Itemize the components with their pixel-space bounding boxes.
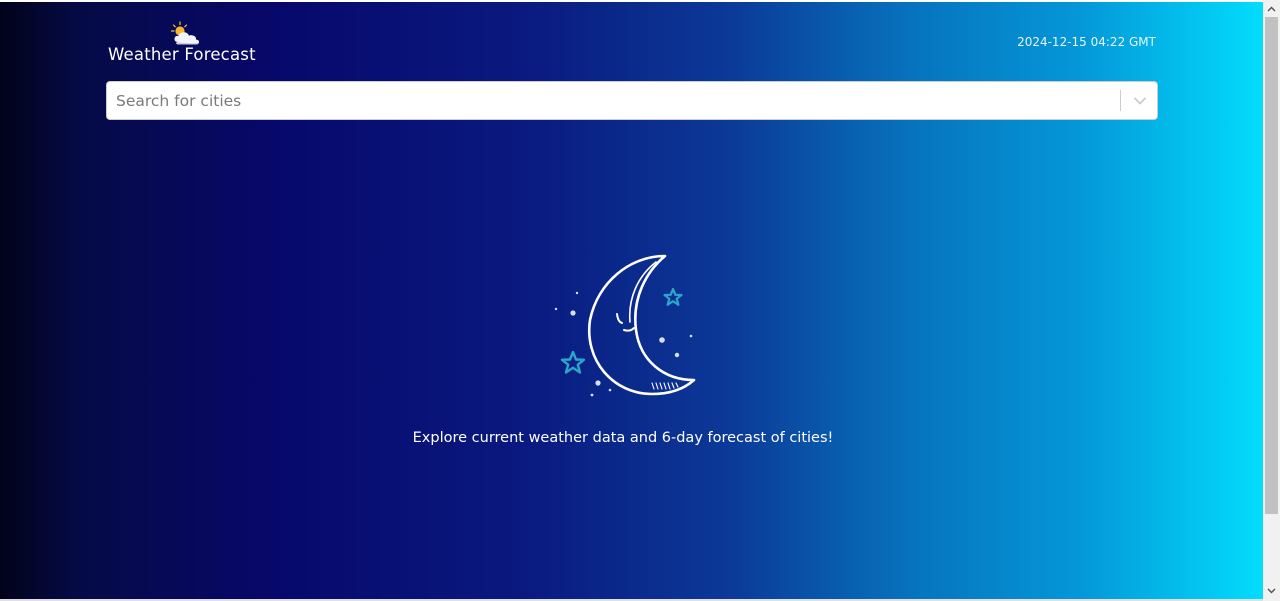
city-search-select[interactable] — [106, 81, 1158, 120]
scroll-down-arrow-icon — [1267, 588, 1276, 593]
vertical-scrollbar[interactable] — [1263, 0, 1280, 601]
scroll-up-button[interactable] — [1263, 0, 1280, 17]
welcome-message: Explore current weather data and 6-day f… — [412, 430, 834, 446]
search-dropdown-button[interactable] — [1121, 82, 1158, 119]
scroll-up-arrow-icon — [1267, 6, 1276, 11]
partly-cloudy-icon — [170, 21, 200, 45]
current-datetime: 2024-12-15 04:22 GMT — [1017, 35, 1156, 49]
search-input[interactable] — [116, 82, 1106, 119]
app-title: Weather Forecast — [108, 45, 256, 64]
app-background: Weather Forecast 2024-12-15 04:22 GMT Se… — [0, 2, 1263, 599]
scroll-down-button[interactable] — [1263, 582, 1280, 599]
app-logo[interactable]: Weather Forecast — [108, 20, 268, 68]
moon-stars-icon — [554, 254, 696, 397]
chevron-down-icon — [1133, 97, 1146, 104]
scrollbar-thumb[interactable] — [1265, 17, 1278, 514]
